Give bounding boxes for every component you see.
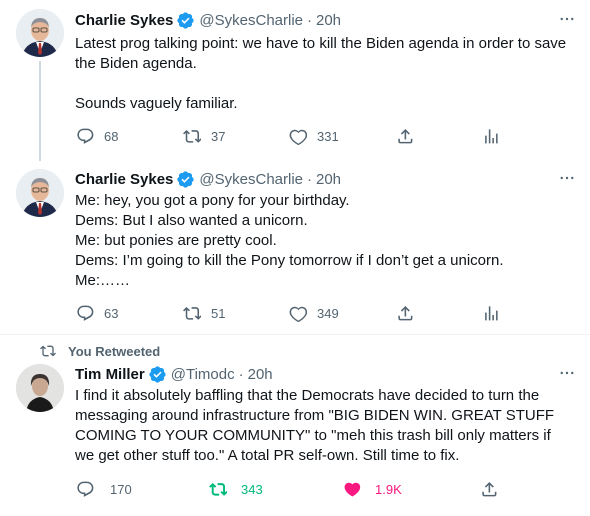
tweet-text: Me: hey, you got a pony for your birthda… bbox=[75, 192, 504, 289]
reply-button[interactable]: 68 bbox=[68, 124, 118, 148]
author-name[interactable]: Charlie Sykes bbox=[75, 12, 173, 29]
retweet-count: 51 bbox=[211, 305, 226, 321]
analytics-button[interactable] bbox=[474, 301, 508, 325]
author-handle[interactable]: @Timodc bbox=[171, 366, 235, 383]
reply-icon bbox=[68, 296, 102, 330]
more-icon[interactable] bbox=[556, 167, 578, 189]
reply-count: 68 bbox=[104, 128, 119, 144]
reply-count: 170 bbox=[110, 481, 132, 497]
reply-button[interactable]: 170 bbox=[68, 477, 132, 501]
author-handle[interactable]: @SykesCharlie bbox=[199, 171, 303, 188]
like-count: 331 bbox=[317, 128, 339, 144]
author-handle[interactable]: @SykesCharlie bbox=[199, 12, 303, 29]
analytics-icon bbox=[474, 119, 508, 153]
retweet-icon bbox=[201, 472, 235, 506]
retweet-icon bbox=[175, 296, 209, 330]
like-icon bbox=[281, 119, 315, 153]
reply-icon bbox=[68, 472, 102, 506]
tweet-2[interactable]: Charlie Sykes @SykesCharlie · 20h Me: he… bbox=[0, 160, 590, 334]
analytics-icon bbox=[474, 296, 508, 330]
share-button[interactable] bbox=[388, 301, 422, 325]
timestamp[interactable]: 20h bbox=[316, 12, 341, 29]
like-icon bbox=[281, 296, 315, 330]
retweet-button[interactable]: 343 bbox=[201, 477, 263, 501]
retweet-count: 37 bbox=[211, 128, 226, 144]
like-icon bbox=[335, 472, 369, 506]
share-button[interactable] bbox=[388, 124, 422, 148]
reply-button[interactable]: 63 bbox=[68, 301, 118, 325]
more-icon[interactable] bbox=[556, 362, 578, 384]
verified-badge-icon bbox=[176, 170, 195, 189]
author-name[interactable]: Charlie Sykes bbox=[75, 171, 173, 188]
tweet-actions: 170 343 1.9K bbox=[68, 477, 508, 501]
separator-dot: · bbox=[238, 365, 244, 383]
tweet-header: Charlie Sykes @SykesCharlie · 20h bbox=[75, 10, 578, 30]
separator-dot: · bbox=[307, 11, 312, 29]
more-icon[interactable] bbox=[556, 8, 578, 30]
tweet-actions: 63 51 349 bbox=[68, 301, 508, 325]
retweet-button[interactable]: 51 bbox=[175, 301, 225, 325]
separator-dot: · bbox=[307, 170, 312, 188]
share-icon bbox=[388, 296, 422, 330]
verified-badge-icon bbox=[176, 11, 195, 30]
author-name[interactable]: Tim Miller bbox=[75, 366, 145, 383]
thread-connector bbox=[39, 61, 41, 161]
share-icon bbox=[472, 472, 506, 506]
avatar[interactable] bbox=[16, 169, 64, 217]
like-button[interactable]: 349 bbox=[281, 301, 339, 325]
tweet-text: Latest prog talking point: we have to ki… bbox=[75, 35, 567, 112]
avatar[interactable] bbox=[16, 364, 64, 412]
like-button[interactable]: 331 bbox=[281, 124, 339, 148]
retweet-icon bbox=[175, 119, 209, 153]
tweet-3[interactable]: Tim Miller @Timodc · 20h I find it absol… bbox=[0, 334, 590, 516]
tweet-text: I find it absolutely baffling that the D… bbox=[75, 387, 559, 464]
share-button[interactable] bbox=[472, 477, 506, 501]
like-button[interactable]: 1.9K bbox=[335, 477, 402, 501]
retweet-button[interactable]: 37 bbox=[175, 124, 225, 148]
retweet-count: 343 bbox=[241, 481, 263, 497]
tweet-1[interactable]: Charlie Sykes @SykesCharlie · 20h Latest… bbox=[0, 0, 590, 161]
reply-count: 63 bbox=[104, 305, 119, 321]
reply-icon bbox=[68, 119, 102, 153]
avatar[interactable] bbox=[16, 9, 64, 57]
like-count: 349 bbox=[317, 305, 339, 321]
tweet-header: Charlie Sykes @SykesCharlie · 20h bbox=[75, 169, 578, 189]
tweet-actions: 68 37 331 bbox=[68, 124, 508, 148]
like-count: 1.9K bbox=[375, 481, 402, 497]
share-icon bbox=[388, 119, 422, 153]
timestamp[interactable]: 20h bbox=[316, 171, 341, 188]
timestamp[interactable]: 20h bbox=[248, 366, 273, 383]
tweet-header: Tim Miller @Timodc · 20h bbox=[75, 364, 578, 384]
verified-badge-icon bbox=[148, 365, 167, 384]
analytics-button[interactable] bbox=[474, 124, 508, 148]
